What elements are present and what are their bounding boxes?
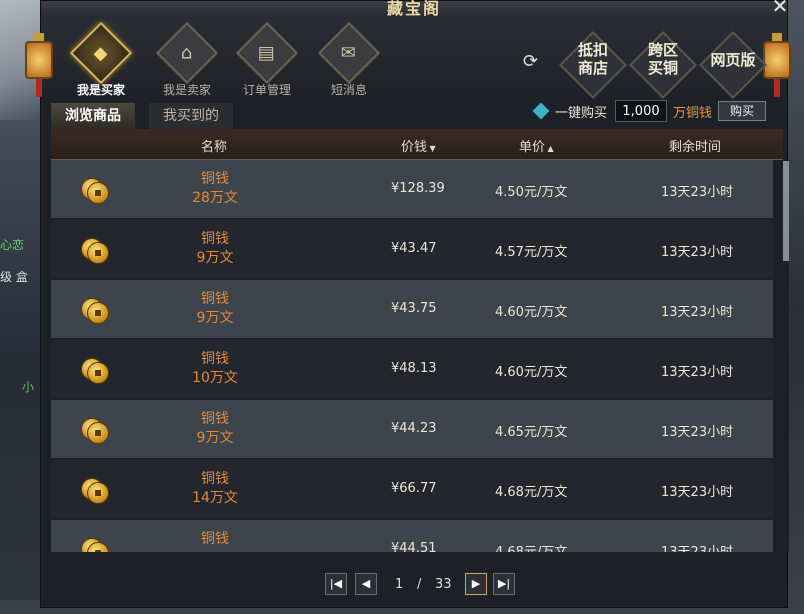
web-version-label: 网页版 xyxy=(710,51,756,69)
quick-buy-unit: 万铜钱 xyxy=(673,105,713,121)
quick-buy-amount-input[interactable]: 1,000 xyxy=(615,100,668,122)
item-remaining-time: 13天23小时 xyxy=(661,365,734,380)
item-name: 铜钱 9万文 xyxy=(196,231,234,266)
current-page: 1 xyxy=(395,577,404,592)
header-remaining-time: 剩余时间 xyxy=(669,140,722,155)
nav-buyer-button[interactable]: ◆ 我是买家 xyxy=(63,21,139,97)
table-row[interactable]: 铜钱 10万文 ¥48.13 4.60元/万文 13天23小时 xyxy=(51,340,773,398)
first-page-button[interactable]: |◀ xyxy=(325,573,347,595)
copper-coin-icon xyxy=(81,298,109,324)
envelope-icon: ✉ xyxy=(317,21,381,85)
item-remaining-time: 13天23小时 xyxy=(661,541,733,552)
item-unit-price: 4.50元/万文 xyxy=(495,185,568,200)
nav-seller-button[interactable]: ⌂ 我是卖家 xyxy=(149,21,225,97)
item-remaining-time: 13天23小时 xyxy=(661,485,734,500)
tab-my-purchases[interactable]: 我买到的 xyxy=(149,103,233,129)
cross-server-buy-button[interactable]: 跨区 买铜 xyxy=(629,31,697,99)
next-page-button[interactable]: ▶ xyxy=(465,573,487,595)
copper-coin-icon xyxy=(81,418,109,444)
cross-server-label-2: 买铜 xyxy=(647,59,678,77)
copper-coin-icon xyxy=(81,358,109,384)
item-price: ¥48.13 xyxy=(391,361,437,376)
book-icon: ▤ xyxy=(235,21,299,85)
table-row[interactable]: 铜钱 ¥44.51 4.68元/万文 13天23小时 xyxy=(51,520,773,552)
item-name: 铜钱 9万文 xyxy=(196,291,234,326)
discount-shop-label-2: 商店 xyxy=(577,59,608,77)
lantern-left-icon xyxy=(25,33,53,103)
item-unit-price: 4.65元/万文 xyxy=(495,425,568,440)
table-row[interactable]: 铜钱 9万文 ¥44.23 4.65元/万文 13天23小时 xyxy=(51,400,773,458)
header-price-label: 价钱 xyxy=(401,140,428,155)
item-unit-price: 4.57元/万文 xyxy=(495,245,568,260)
web-version-button[interactable]: 网页版 xyxy=(699,31,767,99)
sort-up-icon: ▲ xyxy=(545,144,554,153)
item-unit-price: 4.60元/万文 xyxy=(495,305,568,320)
item-remaining-time: 13天23小时 xyxy=(661,245,734,260)
item-price: ¥43.47 xyxy=(391,241,437,256)
table-row[interactable]: 铜钱 9万文 ¥43.75 4.60元/万文 13天23小时 xyxy=(51,280,773,338)
sort-down-icon: ▼ xyxy=(427,144,436,153)
table-row[interactable]: 铜钱 9万文 ¥43.47 4.57元/万文 13天23小时 xyxy=(51,220,773,278)
copper-coin-icon xyxy=(81,478,109,504)
header-price-sort[interactable]: 价钱 ▼ xyxy=(401,136,436,155)
item-name: 铜钱 9万文 xyxy=(196,411,234,446)
refresh-icon[interactable]: ⟳ xyxy=(523,53,541,71)
item-name: 铜钱 10万文 xyxy=(192,351,238,386)
item-price: ¥128.39 xyxy=(391,181,445,196)
page-separator: / xyxy=(417,577,422,592)
shop-icon: ⌂ xyxy=(155,21,219,85)
item-name: 铜钱 xyxy=(201,531,229,547)
listing-table: 铜钱 28万文 ¥128.39 4.50元/万文 13天23小时 铜钱 9万文 ¥4… xyxy=(51,160,773,552)
close-icon[interactable]: ✕ xyxy=(770,0,790,16)
quick-buy-bar: 一键购买 1,000 万铜钱 购买 xyxy=(532,99,767,123)
cross-server-label-1: 跨区 xyxy=(647,41,678,59)
header-unit-price-sort[interactable]: 单价 ▲ xyxy=(519,136,554,155)
lantern-right-icon xyxy=(763,33,791,103)
background-level-tag: 级 盒 xyxy=(0,270,28,284)
quick-buy-button[interactable]: 购买 xyxy=(718,101,767,121)
copper-coin-icon xyxy=(81,238,109,264)
prev-page-button[interactable]: ◀ xyxy=(355,573,377,595)
copper-coin-icon xyxy=(81,538,109,552)
item-remaining-time: 13天23小时 xyxy=(661,185,734,200)
item-unit-price: 4.68元/万文 xyxy=(495,541,567,552)
item-remaining-time: 13天23小时 xyxy=(661,305,734,320)
table-row[interactable]: 铜钱 28万文 ¥128.39 4.50元/万文 13天23小时 xyxy=(51,160,773,218)
item-remaining-time: 13天23小时 xyxy=(661,425,734,440)
table-scrollbar-thumb[interactable] xyxy=(783,161,789,261)
window-title: 藏宝阁 xyxy=(386,0,441,18)
quick-buy-label: 一键购买 xyxy=(555,105,608,121)
total-pages: 33 xyxy=(435,577,452,592)
nav-orders-button[interactable]: ▤ 订单管理 xyxy=(229,21,305,97)
nav-messages-button[interactable]: ✉ 短消息 xyxy=(311,21,387,97)
tab-browse-items[interactable]: 浏览商品 xyxy=(51,103,135,131)
coin-diamond-icon: ◆ xyxy=(69,21,133,85)
background-player-tag: 心恋 xyxy=(0,238,25,252)
item-unit-price: 4.68元/万文 xyxy=(495,485,568,500)
item-unit-price: 4.60元/万文 xyxy=(495,365,568,380)
background-name-tag: 小 xyxy=(22,380,35,394)
treasure-pavilion-window: 藏宝阁 ◆ 我是买家 ⌂ 我是卖家 ▤ 订单管理 ✉ 短消息 ⟳ 抵扣 商店 跨… xyxy=(25,0,791,608)
discount-shop-label-1: 抵扣 xyxy=(577,41,608,59)
quick-buy-diamond-icon xyxy=(532,102,550,120)
item-name: 铜钱 28万文 xyxy=(192,171,238,206)
item-name: 铜钱 14万文 xyxy=(192,471,238,506)
header-name: 名称 xyxy=(201,140,228,155)
item-price: ¥43.75 xyxy=(391,301,437,316)
copper-coin-icon xyxy=(81,178,109,204)
item-price: ¥66.77 xyxy=(391,481,437,496)
table-row[interactable]: 铜钱 14万文 ¥66.77 4.68元/万文 13天23小时 xyxy=(51,460,773,518)
last-page-button[interactable]: ▶| xyxy=(493,573,515,595)
item-price: ¥44.51 xyxy=(391,541,437,552)
title-bar: 藏宝阁 xyxy=(41,0,787,19)
item-price: ¥44.23 xyxy=(391,421,437,436)
discount-shop-button[interactable]: 抵扣 商店 xyxy=(559,31,627,99)
header-unit-label: 单价 xyxy=(519,140,546,155)
table-header: 名称 价钱 ▼ 单价 ▲ 剩余时间 xyxy=(51,129,783,160)
